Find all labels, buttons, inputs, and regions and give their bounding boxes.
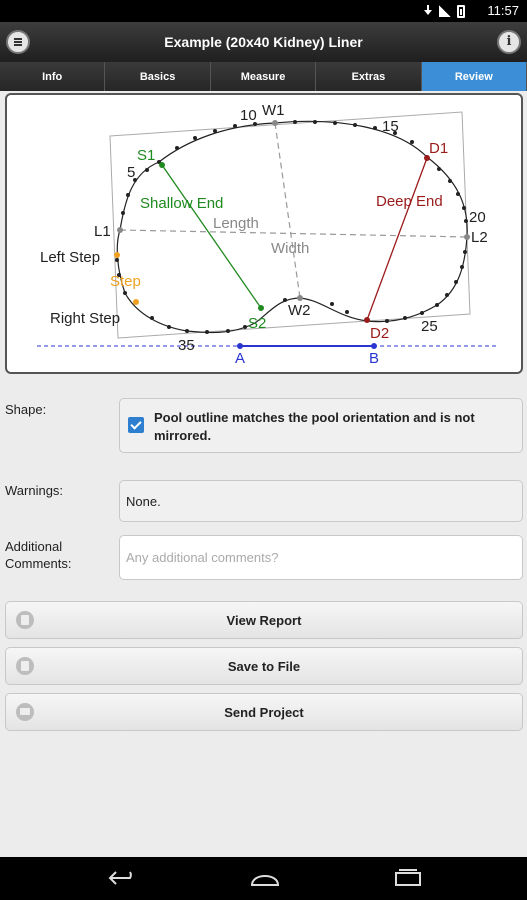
label-b: B	[369, 350, 379, 367]
label-w2: W2	[288, 302, 311, 319]
pool-outline	[116, 120, 468, 334]
status-icons	[423, 4, 465, 18]
signal-icon	[439, 5, 451, 17]
shape-card: Pool outline matches the pool orientatio…	[119, 398, 523, 453]
tab-extras[interactable]: Extras	[316, 62, 422, 91]
width-guide	[274, 122, 301, 299]
point-l2	[464, 234, 470, 240]
length-guide	[119, 229, 468, 238]
point-a	[237, 343, 243, 349]
send-project-button[interactable]: Send Project	[5, 693, 523, 731]
label-d1: D1	[429, 140, 448, 157]
label-n10: 10	[240, 107, 257, 124]
warnings-card: None.	[119, 480, 523, 522]
label-length: Length	[213, 215, 259, 232]
label-n25: 25	[421, 318, 438, 335]
label-n20: 20	[469, 209, 486, 226]
view-report-label: View Report	[226, 613, 302, 628]
label-n35: 35	[178, 337, 195, 354]
label-shallow-end: Shallow End	[140, 195, 223, 212]
shape-checkbox[interactable]	[128, 417, 144, 433]
tab-info[interactable]: Info	[0, 62, 106, 91]
navigation-bar	[0, 857, 527, 900]
info-icon: i	[506, 34, 512, 49]
point-s1	[159, 162, 165, 168]
send-project-label: Send Project	[224, 705, 304, 720]
save-to-file-button[interactable]: Save to File	[5, 647, 523, 685]
label-step: Step	[110, 273, 141, 290]
deep-end-line	[366, 157, 428, 321]
tab-review[interactable]: Review	[421, 62, 527, 91]
label-w1: W1	[262, 102, 285, 119]
point-w1	[272, 120, 278, 126]
battery-icon	[457, 4, 465, 18]
label-n5: 5	[127, 164, 135, 181]
label-l2: L2	[471, 229, 488, 246]
right-step-point	[133, 299, 139, 305]
point-l1	[117, 227, 123, 233]
comments-input[interactable]	[119, 535, 523, 580]
shape-label: Shape:	[5, 402, 47, 417]
label-width: Width	[271, 240, 309, 257]
shape-description: Pool outline matches the pool orientatio…	[154, 410, 475, 443]
recent-apps-icon[interactable]	[393, 869, 423, 887]
comments-label: Additional Comments:	[5, 539, 72, 571]
home-icon[interactable]	[248, 869, 282, 887]
view-report-button[interactable]: View Report	[5, 601, 523, 639]
download-icon	[423, 5, 433, 17]
point-d2	[364, 317, 370, 323]
app-bar: Example (20x40 Kidney) Liner i	[0, 22, 527, 62]
label-a: A	[235, 350, 245, 367]
label-left-step: Left Step	[40, 249, 100, 266]
point-b	[371, 343, 377, 349]
tab-basics[interactable]: Basics	[105, 62, 211, 91]
tab-measure[interactable]: Measure	[210, 62, 317, 91]
status-bar: 11:57	[0, 0, 527, 22]
pool-diagram-svg: W1 10 15 S1 5 D1 Shallow End Deep End Le…	[37, 102, 497, 367]
label-n15: 15	[382, 118, 399, 135]
info-button[interactable]: i	[497, 30, 521, 54]
status-time: 11:57	[487, 3, 519, 18]
app-screen: 11:57 Example (20x40 Kidney) Liner i Inf…	[0, 0, 527, 900]
warnings-label: Warnings:	[5, 483, 64, 498]
warnings-value: None.	[126, 493, 161, 509]
pool-diagram: W1 10 15 S1 5 D1 Shallow End Deep End Le…	[5, 93, 523, 374]
point-s2	[258, 305, 264, 311]
label-l1: L1	[94, 223, 111, 240]
tab-bar: Info Basics Measure Extras Review	[0, 62, 527, 91]
label-s2: S2	[248, 315, 266, 332]
app-title: Example (20x40 Kidney) Liner	[164, 34, 363, 50]
back-icon[interactable]	[108, 869, 138, 887]
left-step-point	[114, 252, 120, 258]
point-w2	[297, 295, 303, 301]
shallow-end-line	[161, 164, 262, 309]
label-right-step: Right Step	[50, 310, 120, 327]
save-to-file-label: Save to File	[227, 659, 301, 674]
label-deep-end: Deep End	[376, 193, 443, 210]
label-s1: S1	[137, 147, 155, 164]
label-d2: D2	[370, 325, 389, 342]
